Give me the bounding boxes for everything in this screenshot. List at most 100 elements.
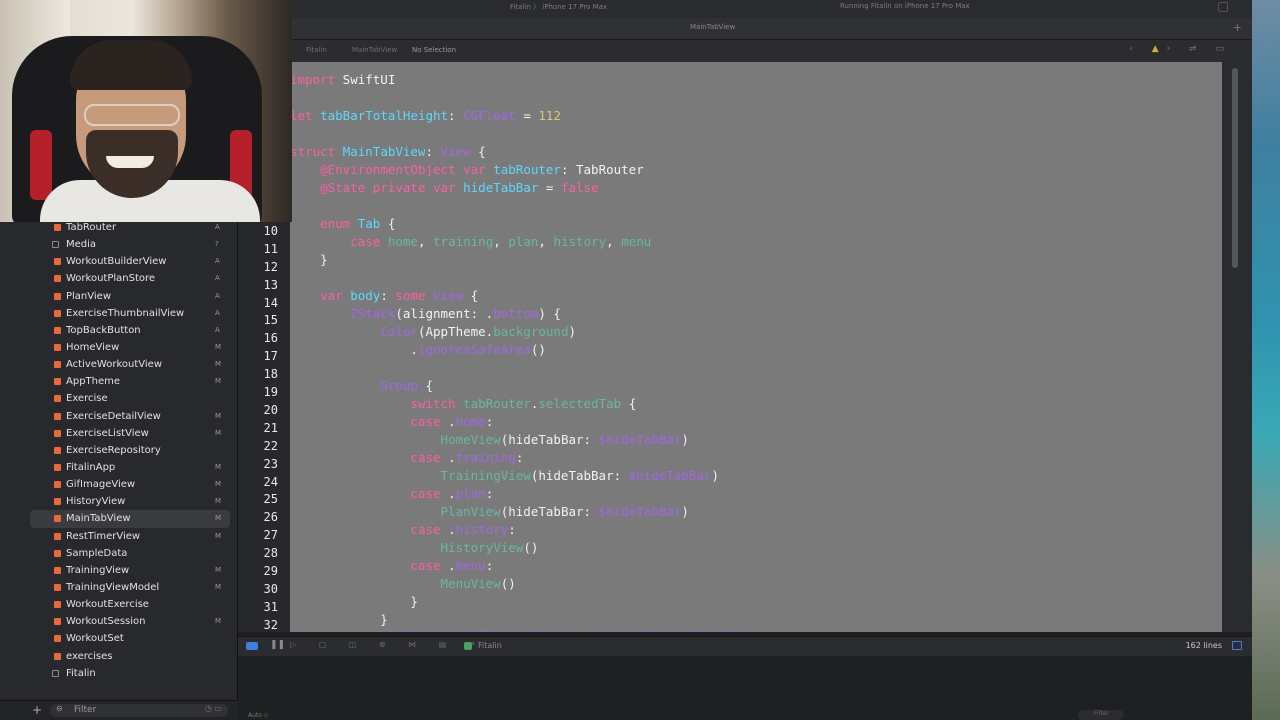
editor-scrollbar[interactable] xyxy=(1222,62,1252,632)
sidebar-item[interactable]: TrainingView M xyxy=(0,562,238,579)
line-number: 15 xyxy=(263,313,278,328)
sidebar-item[interactable]: MainTabView M xyxy=(30,510,230,528)
sidebar-item-label: HomeView xyxy=(66,341,120,353)
git-status-badge: M xyxy=(215,377,222,386)
line-number: 17 xyxy=(263,349,278,364)
swift-file-icon xyxy=(54,566,61,574)
sidebar-item-label: ExerciseRepository xyxy=(66,444,161,456)
sidebar-item[interactable]: PlanView A xyxy=(0,288,238,305)
scrollbar-thumb[interactable] xyxy=(1232,68,1238,268)
git-status-badge: A xyxy=(215,257,220,266)
sidebar-item[interactable]: TrainingViewModel M xyxy=(0,579,238,596)
line-number: 24 xyxy=(263,474,278,489)
warning-icon[interactable]: ▲ xyxy=(1152,44,1167,54)
sidebar-item[interactable]: Exercise xyxy=(0,390,238,407)
swift-file-icon xyxy=(54,258,61,266)
line-number: 29 xyxy=(263,564,278,578)
line-number: 16 xyxy=(263,331,278,346)
sidebar-item[interactable]: WorkoutPlanStore A xyxy=(0,270,238,287)
git-status-badge: M xyxy=(215,360,222,369)
sidebar-item-label: HistoryView xyxy=(66,496,126,508)
code-line: TrainingView(hideTabBar: $hideTabBar) xyxy=(440,468,719,483)
line-number: 23 xyxy=(263,456,278,471)
sidebar-item[interactable]: WorkoutSession M xyxy=(0,613,238,630)
panel-toggle-icon[interactable] xyxy=(1232,641,1242,650)
sidebar-item[interactable]: Fitalin xyxy=(0,665,238,682)
swift-file-icon xyxy=(54,549,61,557)
code-line: PlanView(hideTabBar: $hideTabBar) xyxy=(440,504,689,519)
git-status-badge: M xyxy=(215,342,222,351)
git-status-badge: A xyxy=(215,274,220,283)
window-button-icon[interactable] xyxy=(1218,2,1228,12)
sidebar-item[interactable]: WorkoutSet xyxy=(0,630,238,647)
git-status-badge: M xyxy=(215,531,222,540)
breadcrumb-project[interactable]: Fitalin xyxy=(306,46,327,54)
swift-file-icon xyxy=(54,618,61,626)
code-line: HistoryView() xyxy=(440,540,539,555)
sidebar-item[interactable]: TopBackButton A xyxy=(0,322,238,339)
navigator-filter-input[interactable]: ⊖ Filter ◷ ▭ xyxy=(50,704,228,717)
sidebar-item[interactable]: HistoryView M xyxy=(0,493,238,510)
code-line: enum Tab { xyxy=(320,216,396,231)
sidebar-item[interactable]: ExerciseDetailView M xyxy=(0,408,238,425)
line-number: 19 xyxy=(263,385,278,399)
sidebar-item-label: WorkoutSession xyxy=(66,616,146,628)
sidebar-item[interactable]: FitalinApp M xyxy=(0,459,238,476)
swift-file-icon xyxy=(54,532,61,540)
git-status-badge: M xyxy=(215,428,222,437)
code-line: var body: some View { xyxy=(320,288,479,303)
line-number: 22 xyxy=(263,438,278,453)
scheme-selector[interactable]: Fitalin 〉 iPhone 17 Pro Max xyxy=(510,2,607,12)
sidebar-item[interactable]: ExerciseListView M xyxy=(0,425,238,442)
sidebar-item[interactable]: exercises xyxy=(0,648,238,665)
line-number: 25 xyxy=(263,492,278,507)
sidebar-item[interactable]: WorkoutExercise xyxy=(0,596,238,613)
swift-file-icon xyxy=(54,361,61,369)
code-line: } xyxy=(290,252,328,267)
line-number: 26 xyxy=(263,510,278,525)
person-glasses xyxy=(84,104,180,126)
git-status-badge: M xyxy=(215,480,222,489)
sidebar-item-label: ActiveWorkoutView xyxy=(66,359,163,371)
source-editor[interactable]: import SwiftUI let tabBarTotalHeight: CG… xyxy=(290,62,1222,632)
swift-file-icon xyxy=(54,498,61,506)
sidebar-item[interactable]: SampleData xyxy=(0,545,238,562)
breadcrumb-selection[interactable]: No Selection xyxy=(412,46,456,54)
sidebar-item[interactable]: AppTheme M xyxy=(0,373,238,390)
filter-icon: ⊖ xyxy=(56,704,63,713)
sidebar-item[interactable]: ActiveWorkoutView M xyxy=(0,356,238,373)
swift-file-icon xyxy=(54,292,61,300)
debug-target[interactable]: Fitalin xyxy=(478,641,502,650)
line-number: 28 xyxy=(263,546,278,561)
sidebar-item[interactable]: HomeView M xyxy=(0,339,238,356)
sidebar-item[interactable]: ExerciseRepository xyxy=(0,442,238,459)
swift-file-icon xyxy=(54,601,61,609)
code-line: case .home: xyxy=(410,414,494,429)
sidebar-item-label: WorkoutPlanStore xyxy=(66,273,156,285)
sidebar-item[interactable]: GifImageView M xyxy=(0,476,238,493)
sidebar-item-label: exercises xyxy=(66,650,113,662)
line-number: 12 xyxy=(263,259,278,274)
pause-icon[interactable]: ❚❚ xyxy=(270,640,285,650)
sidebar-item[interactable]: ExerciseThumbnailView A xyxy=(0,305,238,322)
tab-main-tab-view[interactable]: MainTabView xyxy=(690,23,735,31)
filter-options-icon[interactable]: ◷ ▭ xyxy=(205,704,222,713)
sidebar-item[interactable]: Media? xyxy=(0,236,238,253)
add-tab-icon[interactable]: + xyxy=(1233,21,1242,34)
swift-file-icon xyxy=(54,463,61,471)
debug-area-toggle[interactable] xyxy=(246,642,258,650)
swift-file-icon xyxy=(54,395,61,403)
sidebar-item[interactable]: WorkoutBuilderView A xyxy=(0,253,238,270)
git-status-badge: M xyxy=(215,462,222,471)
jump-bar-controls[interactable]: ‹ ▲› ⇌ ▭ xyxy=(1129,44,1232,54)
add-file-button[interactable]: + xyxy=(32,703,42,717)
sidebar-item-label: ExerciseListView xyxy=(66,427,149,439)
console-filter-input[interactable]: Filter xyxy=(1078,710,1124,720)
sidebar-item[interactable]: RestTimerView M xyxy=(0,528,238,545)
console-mode-selector[interactable]: Auto ◇ xyxy=(248,712,268,719)
breadcrumb-file[interactable]: MainTabView xyxy=(352,46,397,54)
sidebar-item-label: Exercise xyxy=(66,393,108,405)
line-number: 32 xyxy=(263,617,278,632)
debug-tools-icons[interactable]: ▷ ▢ ◫ ⊗ ⋈ ▤ ↗ xyxy=(290,640,486,649)
code-line: import SwiftUI xyxy=(290,72,396,87)
